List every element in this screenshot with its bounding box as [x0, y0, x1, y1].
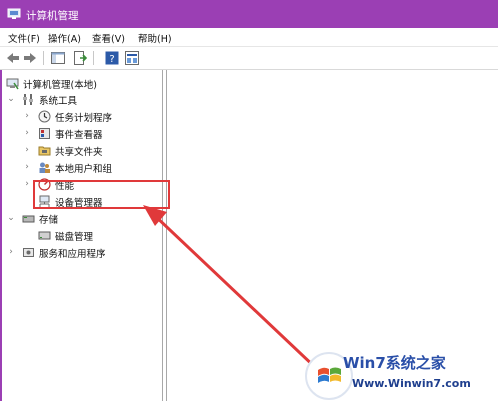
chevron-right-icon[interactable]: ›: [22, 161, 32, 173]
users-icon: [39, 162, 50, 173]
chevron-down-icon[interactable]: ⌄: [6, 93, 16, 105]
menu-file[interactable]: 文件(F): [8, 31, 40, 45]
computer-management-icon: [6, 78, 19, 90]
tree-item-system-tools[interactable]: ⌄ 系统工具: [6, 91, 156, 107]
watermark-url: Www.Winwin7.com: [352, 377, 471, 390]
tree-label-root: 计算机管理(本地): [23, 80, 97, 91]
help-icon[interactable]: ?: [104, 50, 120, 66]
tree-label-services-apps: 服务和应用程序: [39, 249, 106, 260]
menu-view[interactable]: 查看(V): [92, 31, 125, 45]
chevron-right-icon[interactable]: ›: [6, 246, 16, 258]
shared-folder-icon: [38, 146, 51, 156]
tree-label-event-viewer: 事件查看器: [55, 130, 103, 141]
tree-label-disk-management: 磁盘管理: [55, 232, 94, 243]
tree-item-services-apps[interactable]: › 服务和应用程序: [6, 244, 156, 260]
forward-arrow-icon[interactable]: [22, 50, 38, 66]
tree-label-task-scheduler: 任务计划程序: [55, 113, 113, 124]
properties-icon[interactable]: [124, 50, 140, 66]
tree-item-shared-folders[interactable]: › 共享文件夹: [22, 142, 162, 158]
export-list-icon[interactable]: [72, 50, 88, 66]
clock-icon: [38, 110, 51, 123]
tree-item-event-viewer[interactable]: › 事件查看器: [22, 125, 162, 141]
tree-label-system-tools: 系统工具: [39, 96, 78, 107]
back-arrow-icon[interactable]: [5, 50, 21, 66]
event-viewer-icon: [39, 128, 50, 139]
tree-label-local-users: 本地用户和组: [55, 164, 113, 175]
chevron-down-icon[interactable]: ⌄: [6, 212, 16, 224]
tree-label-storage: 存储: [39, 215, 59, 226]
tree-item-root[interactable]: 计算机管理(本地): [6, 75, 156, 91]
svg-text:?: ?: [109, 54, 114, 65]
tree-item-local-users[interactable]: › 本地用户和组: [22, 159, 162, 175]
toolbar: ?: [0, 47, 498, 70]
chevron-right-icon[interactable]: ›: [22, 178, 32, 190]
chevron-right-icon[interactable]: ›: [22, 127, 32, 139]
tree-item-task-scheduler[interactable]: › 任务计划程序: [22, 108, 162, 124]
tree-label-shared-folders: 共享文件夹: [55, 147, 103, 158]
toolbar-separator: [43, 51, 44, 65]
services-icon: [23, 248, 34, 257]
show-hide-console-tree-icon[interactable]: [50, 50, 66, 66]
tree-item-disk-management[interactable]: 磁盘管理: [22, 227, 162, 243]
system-tools-icon: [23, 94, 33, 105]
title-bar: 计算机管理: [0, 0, 498, 28]
chevron-right-icon[interactable]: ›: [22, 110, 32, 122]
computer-management-icon: [7, 8, 21, 19]
storage-icon: [22, 215, 35, 223]
disk-management-icon: [38, 231, 51, 240]
window-title: 计算机管理: [26, 10, 79, 22]
menu-bar: 文件(F) 操作(A) 查看(V) 帮助(H): [0, 28, 498, 47]
watermark-title: Win7系统之家: [343, 354, 446, 372]
annotation-highlight-box: [33, 180, 170, 209]
menu-action[interactable]: 操作(A): [48, 31, 81, 45]
menu-help[interactable]: 帮助(H): [138, 31, 172, 45]
toolbar-separator: [93, 51, 94, 65]
chevron-right-icon[interactable]: ›: [22, 144, 32, 156]
tree-item-storage[interactable]: ⌄ 存储: [6, 210, 156, 226]
